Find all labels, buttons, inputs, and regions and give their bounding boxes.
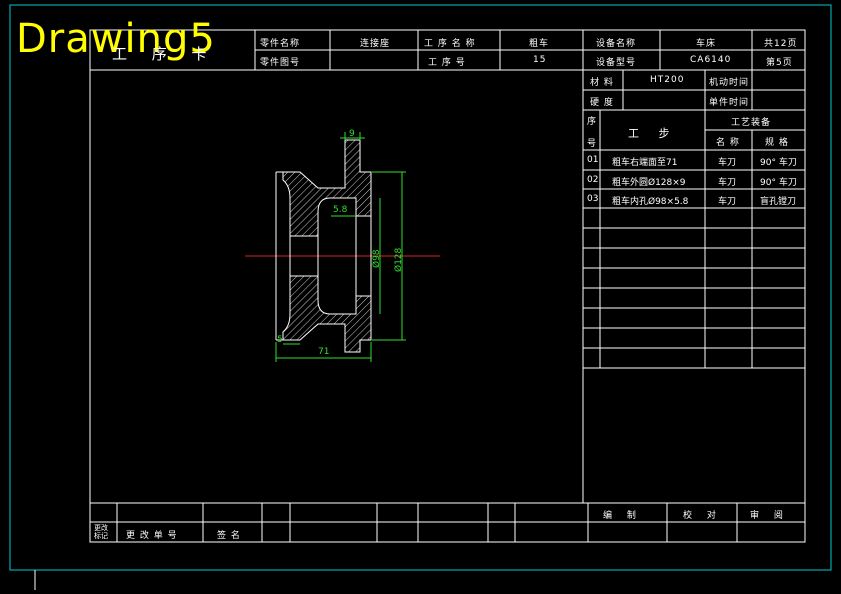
section-bottom xyxy=(282,275,372,353)
hardness-label: 硬 度 xyxy=(590,98,614,108)
material-value: HT200 xyxy=(650,75,685,85)
checked-label: 校 对 xyxy=(683,511,722,521)
change-doc-label: 更 改 单 号 xyxy=(126,531,178,541)
dim-length-71: 71 xyxy=(318,347,330,357)
part-name-label: 零件名称 xyxy=(260,39,301,49)
step-tool: 车刀 xyxy=(718,158,737,168)
process-name-value: 粗车 xyxy=(529,39,550,49)
dim-step-5: 5 xyxy=(277,335,283,345)
step-tool: 车刀 xyxy=(718,197,737,207)
process-no-value: 15 xyxy=(533,55,547,65)
step-label: 工 步 xyxy=(628,127,678,140)
step-no: 02 xyxy=(587,175,599,185)
dim-depth-5-8: 5.8 xyxy=(333,205,348,215)
equipment-model-value: CA6140 xyxy=(690,55,732,65)
seq-label-bottom: 号 xyxy=(587,139,598,149)
tool-name-label: 名 称 xyxy=(716,138,740,148)
part-number-label: 零件图号 xyxy=(260,58,301,68)
process-no-label: 工 序 号 xyxy=(428,58,466,68)
unit-time-label: 单件时间 xyxy=(709,98,750,108)
step-description: 粗车右端面至71 xyxy=(612,158,678,168)
compiled-label: 编 制 xyxy=(603,511,642,521)
tool-spec-label: 规 格 xyxy=(765,138,789,148)
signature-label: 签 名 xyxy=(217,531,241,541)
change-mark-label: 更改标记 xyxy=(94,524,108,540)
basic-time-label: 机动时间 xyxy=(709,78,750,88)
step-description: 粗车内孔Ø98×5.8 xyxy=(612,197,689,207)
seq-label-top: 序 xyxy=(587,117,598,127)
step-no: 03 xyxy=(587,194,599,204)
material-label: 材 料 xyxy=(590,78,614,88)
equipment-label: 工艺装备 xyxy=(731,118,772,128)
step-spec: 90° 车刀 xyxy=(760,158,797,168)
step-no: 01 xyxy=(587,155,599,165)
approved-label: 审 阅 xyxy=(750,511,789,521)
equipment-name-label: 设备名称 xyxy=(596,39,637,49)
step-spec: 盲孔镗刀 xyxy=(760,197,797,207)
dim-outer-128: Ø128 xyxy=(394,247,404,272)
step-tool: 车刀 xyxy=(718,178,737,188)
drawing-canvas xyxy=(9,4,832,590)
dim-bore-98: Ø98 xyxy=(372,249,382,268)
part-name-value: 连接座 xyxy=(360,39,391,49)
inner-frame xyxy=(89,29,806,543)
equipment-model-label: 设备型号 xyxy=(596,58,637,68)
total-pages: 共12页 xyxy=(764,39,798,49)
section-top xyxy=(282,139,372,237)
step-description: 粗车外圆Ø128×9 xyxy=(612,178,686,188)
equipment-name-value: 车床 xyxy=(696,39,717,49)
step-spec: 90° 车刀 xyxy=(760,178,797,188)
dim-width-9: 9 xyxy=(349,129,355,139)
process-name-label: 工 序 名 称 xyxy=(424,39,476,49)
part-section-drawing xyxy=(245,132,440,362)
process-card-label: 工 序 卡 xyxy=(112,45,217,63)
page-number: 第5页 xyxy=(766,58,793,68)
